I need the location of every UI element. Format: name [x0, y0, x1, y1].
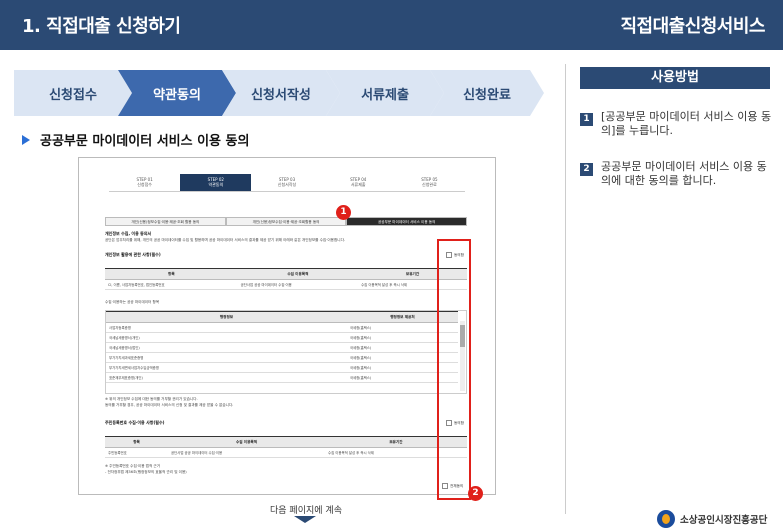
step-progress: 신청접수 약관동의 신청서작성 서류제출 신청완료 — [14, 70, 544, 116]
tab-mydata-consent[interactable]: 공공부문 마이데이터 서비스 이용 동의 — [346, 217, 468, 226]
mini-step: STEP 05 신청완료 — [394, 174, 465, 191]
mini-step: STEP 01 신청접수 — [109, 174, 180, 191]
mini-step-progress: STEP 01 신청접수 STEP 02 약관동의 STEP 03 신청서작성 STE… — [109, 174, 465, 192]
step-terms: 약관동의 — [118, 70, 236, 116]
table-cell: 부가가치세면세사업자수입금액증명 — [106, 362, 347, 373]
organization-name: 소상공인시장진흥공단 — [680, 515, 768, 526]
step-documents: 서류제출 — [326, 70, 444, 116]
top-banner: 1. 직접대출 신청하기 직접대출신청서비스 — [0, 0, 783, 50]
callout-badge-2: 2 — [468, 486, 483, 501]
tab-personal-info-consent[interactable]: 개인(신용)정보수집·이용·제공·조회 활용 동의 — [105, 217, 226, 226]
table-row: 부가가치세면세사업자수입금액증명 국세청(홈택스) — [106, 362, 458, 373]
section-title-text: 공공부문 마이데이터 서비스 이용 동의 — [40, 134, 250, 149]
table-cell: 국세납세증명서(개인) — [106, 332, 347, 343]
refuse-notice: ※ 위의 개인정보 수집에 대한 동의를 거부할 권리가 있습니다. — [105, 397, 198, 401]
down-arrow-icon — [294, 516, 316, 523]
step-label: 신청접수 — [49, 87, 97, 103]
section-resident-number: 주민등록번호 수집·이용 사항(필수) — [105, 420, 165, 425]
step-label: 신청서작성 — [251, 87, 311, 103]
section-personal-info: 개인정보 활용에 관한 사항(필수) — [105, 252, 161, 257]
vertical-divider — [565, 64, 566, 514]
table-header: 수집 이용목적 — [168, 436, 325, 448]
table-cell: CI, 이름, 사업자등록번호, 법인등록번호 — [105, 279, 238, 290]
section-title: 공공부문 마이데이터 서비스 이용 동의 — [22, 130, 249, 149]
consent-title: 개인정보 수집, 이용 동의서 — [105, 231, 152, 236]
logo-mark-icon — [657, 510, 675, 528]
refuse-notice-detail: 동의를 거부할 경우, 공공 마이데이터 서비스의 신청 및 결과를 제공 받을… — [105, 403, 234, 407]
table-header-row: 항목 수집 이용목적 보유기간 — [105, 268, 467, 280]
table-header: 행정정보 — [106, 311, 347, 323]
mini-step: STEP 03 신청서작성 — [251, 174, 322, 191]
table-header-row: 행정정보 행정정보 제공처 — [106, 311, 458, 323]
step-label: 약관동의 — [153, 87, 201, 103]
table-cell: 부가가치세과세표준증명 — [106, 352, 347, 363]
next-page-label: 다음 페이지에 계속 — [270, 506, 342, 516]
resident-number-table: 항목 수집 이용목적 보유기간 주민등록번호 공단사업 공공 마이데이터 수집·… — [105, 436, 467, 458]
screenshot-panel: STEP 01 신청접수 STEP 02 약관동의 STEP 03 신청서작성 STE… — [78, 157, 496, 495]
table-header: 항목 — [105, 436, 168, 448]
table-row: 사업자등록증명 국세청(홈택스) — [106, 322, 458, 333]
usage-number-badge: 1 — [580, 113, 593, 126]
law-basis-note: ※ 주민등록번호 수집·이용 법적 근거 — [105, 464, 161, 468]
step-apply: 신청접수 — [14, 70, 132, 116]
step-label: 서류제출 — [361, 87, 409, 103]
mydata-items-scrollbox[interactable]: 행정정보 행정정보 제공처 사업자등록증명 국세청(홈택스) 국세납세증명서(개인… — [105, 310, 467, 394]
highlight-box — [437, 239, 471, 500]
table-header: 수집 이용목적 — [237, 268, 359, 280]
table-cell: 사업자등록증명 — [106, 322, 347, 333]
mydata-items-table: 행정정보 행정정보 제공처 사업자등록증명 국세청(홈택스) 국세납세증명서(개인… — [106, 311, 458, 383]
mini-step-label: 서류제출 — [350, 182, 366, 187]
organization-logo: 소상공인시장진흥공단 — [657, 510, 767, 528]
table-row: 부가가치세과세표준증명 국세청(홈택스) — [106, 352, 458, 363]
mini-step-label: 신청서작성 — [277, 182, 297, 187]
table-header-row: 항목 수집 이용목적 보유기간 — [105, 436, 467, 448]
table-cell: 공단사업 공공 마이데이터 수집·이용 — [237, 279, 359, 290]
table-header: 항목 — [105, 268, 238, 280]
usage-item: 1 [공공부문 마이데이터 서비스 이용 동의]를 누릅니다. — [580, 110, 775, 138]
mini-step-label: 약관동의 — [208, 182, 224, 187]
usage-text: [공공부문 마이데이터 서비스 이용 동의]를 누릅니다. — [601, 110, 772, 137]
table-cell: 국세납세증명서(법인) — [106, 342, 347, 353]
usage-number-badge: 2 — [580, 163, 593, 176]
table-row: 주민등록번호 공단사업 공공 마이데이터 수집·이용 수집 이용목적 달성 후 … — [105, 447, 467, 458]
page-title: 1. 직접대출 신청하기 — [22, 16, 181, 37]
mini-step-label: 신청접수 — [137, 182, 152, 187]
usage-item: 2 공공부문 마이데이터 서비스 이용 동의에 대한 동의를 합니다. — [580, 160, 775, 188]
step-complete: 신청완료 — [430, 70, 544, 116]
step-label: 신청완료 — [463, 87, 511, 103]
table-row: 표준재무제표증명(개인) 국세청(홈택스) — [106, 372, 458, 383]
table-cell: 주민등록번호 — [105, 447, 168, 458]
step-form: 신청서작성 — [222, 70, 340, 116]
table-row: 국세납세증명서(개인) 국세청(홈택스) — [106, 332, 458, 343]
consent-tabs: 개인(신용)정보수집·이용·제공·조회 활용 동의 개인(신용)정보수집·이용·… — [105, 217, 468, 226]
personal-info-table: 항목 수집 이용목적 보유기간 CI, 이름, 사업자등록번호, 법인등록번호 … — [105, 268, 467, 290]
law-basis-detail: - 전자정부법 제36조(행정정보의 효율적 관리 및 이용) — [105, 470, 187, 474]
table-cell: 공단사업 공공 마이데이터 수집·이용 — [168, 447, 325, 458]
consent-description: 공단은 업무처리를 위해, 개인의 공공 마이데이터를 수집 및 활용하며 공공… — [105, 238, 346, 242]
mydata-items-title: 수집·이용하는 공공 마이데이터 항목 — [105, 300, 160, 304]
table-row: CI, 이름, 사업자등록번호, 법인등록번호 공단사업 공공 마이데이터 수집… — [105, 279, 467, 290]
mini-step: STEP 04 서류제출 — [323, 174, 394, 191]
service-name: 직접대출신청서비스 — [620, 16, 765, 37]
table-row: 국세납세증명서(법인) 국세청(홈택스) — [106, 342, 458, 353]
mini-step-active: STEP 02 약관동의 — [180, 174, 252, 191]
usage-title: 사용방법 — [580, 67, 770, 89]
usage-text: 공공부문 마이데이터 서비스 이용 동의에 대한 동의를 합니다. — [601, 160, 767, 187]
mini-step-label: 신청완료 — [422, 182, 437, 187]
callout-badge-1: 1 — [336, 205, 351, 220]
triangle-bullet-icon — [22, 134, 30, 145]
table-cell: 표준재무제표증명(개인) — [106, 372, 347, 383]
tab-credit-info-consent[interactable]: 개인(신용)정보수집·이용·제공·조회활용 동의 — [225, 217, 347, 226]
